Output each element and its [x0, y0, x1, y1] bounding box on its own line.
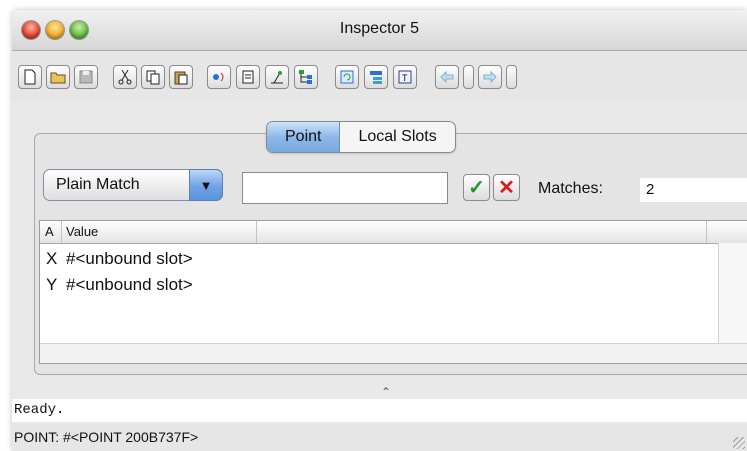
toolbar: T	[12, 51, 747, 101]
chevron-down-icon[interactable]: ▼	[189, 169, 223, 201]
column-divider	[61, 221, 62, 243]
selection-footer: POINT: #<POINT 200B737F>	[12, 424, 747, 451]
window-title: Inspector 5	[339, 20, 420, 37]
paste-icon[interactable]	[169, 65, 193, 89]
horizontal-scrollbar[interactable]	[40, 343, 747, 363]
table-row[interactable]: Y #<unbound slot>	[40, 273, 718, 297]
forward-arrow-icon[interactable]	[478, 65, 502, 89]
refresh-icon[interactable]	[335, 65, 359, 89]
filter-input[interactable]	[242, 172, 448, 204]
save-disk-icon[interactable]	[74, 65, 98, 89]
type-icon[interactable]: T	[393, 65, 417, 89]
cut-scissors-icon[interactable]	[113, 65, 137, 89]
resize-grip-icon[interactable]	[733, 437, 745, 449]
status-message: Ready.	[12, 399, 747, 422]
slot-value: #<unbound slot>	[66, 275, 193, 294]
match-mode-value: Plain Match	[56, 176, 140, 193]
column-header-a[interactable]: A	[45, 224, 54, 239]
slot-value: #<unbound slot>	[66, 249, 193, 268]
match-mode-select[interactable]: Plain Match ▼	[43, 169, 223, 201]
svg-text:T: T	[402, 73, 408, 83]
inspector-window: Inspector 5 T Point Local Slots Plain Ma…	[12, 10, 747, 451]
footer-text: POINT: #<POINT 200B737F>	[14, 429, 199, 445]
clear-filter-button[interactable]: ✕	[493, 174, 520, 201]
open-folder-icon[interactable]	[46, 65, 70, 89]
slot-name: X	[46, 249, 58, 268]
column-divider	[256, 221, 257, 243]
back-arrow-icon[interactable]	[435, 65, 459, 89]
inspect-icon[interactable]	[265, 65, 289, 89]
new-document-icon[interactable]	[18, 65, 42, 89]
tab-local-slots[interactable]: Local Slots	[340, 122, 454, 152]
back-history-menu-icon[interactable]	[463, 65, 474, 89]
apply-filter-button[interactable]: ✓	[463, 174, 490, 201]
tree-browser-icon[interactable]	[364, 65, 388, 89]
forward-history-menu-icon[interactable]	[506, 65, 517, 89]
describe-icon[interactable]	[236, 65, 260, 89]
table-header: A Value	[40, 221, 747, 244]
slots-table: A Value X #<unbound slot> Y #<unbound sl…	[39, 220, 747, 364]
copy-icon[interactable]	[141, 65, 165, 89]
column-divider	[706, 221, 707, 243]
tab-point[interactable]: Point	[267, 122, 341, 152]
class-tree-icon[interactable]	[294, 65, 318, 89]
column-header-value[interactable]: Value	[66, 224, 98, 239]
checkmark-icon: ✓	[468, 177, 485, 199]
evaluate-icon[interactable]	[207, 65, 231, 89]
matches-count: 2	[640, 178, 747, 202]
title-bar[interactable]: Inspector 5	[12, 10, 747, 51]
matches-label: Matches:	[538, 180, 603, 197]
slot-name: Y	[46, 275, 58, 294]
view-tabs: Point Local Slots	[266, 121, 456, 153]
table-row[interactable]: X #<unbound slot>	[40, 247, 718, 271]
close-icon: ✕	[498, 177, 515, 199]
vertical-scrollbar[interactable]	[718, 243, 747, 343]
splitter-handle-icon[interactable]: ⌃	[381, 385, 391, 399]
